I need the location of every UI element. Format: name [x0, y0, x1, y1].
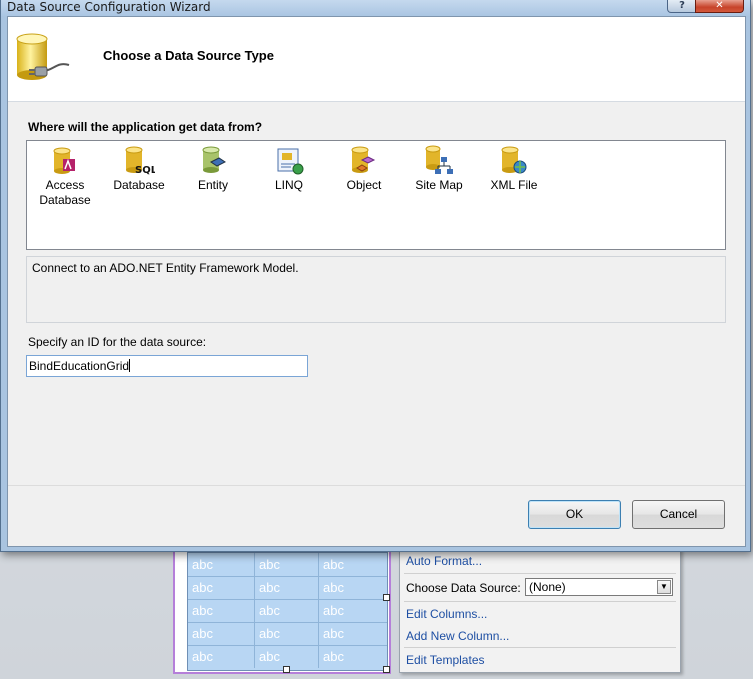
grid-cell: abc	[255, 576, 319, 599]
data-source-id-input[interactable]: BindEducationGrid	[26, 355, 308, 377]
source-type-label: XML File	[490, 178, 538, 192]
grid-cell: abc	[188, 576, 255, 599]
resize-handle[interactable]	[383, 594, 390, 601]
wizard-dialog: Data Source Configuration Wizard ? ✕ Cho…	[0, 0, 751, 552]
table-row: abc abc abc	[188, 622, 387, 646]
site-map-icon	[425, 145, 453, 174]
grid-cell: abc	[255, 645, 319, 668]
table-row: abc abc abc	[188, 553, 387, 577]
source-type-description-box: Connect to an ADO.NET Entity Framework M…	[26, 256, 726, 323]
object-icon	[351, 146, 376, 173]
divider	[404, 573, 676, 574]
grid-cell: abc	[323, 649, 344, 664]
source-type-entity[interactable]: Entity	[179, 145, 247, 193]
source-type-linq[interactable]: LINQ	[255, 145, 323, 193]
gridview-tasks-panel: Auto Format... Choose Data Source: (None…	[399, 548, 681, 673]
gridview-preview[interactable]: abc abc abc abc abc abc abc abc abc abc …	[187, 552, 388, 671]
source-type-object[interactable]: Object	[330, 145, 398, 193]
add-new-column-link[interactable]: Add New Column...	[406, 629, 509, 643]
dialog-client-area: Choose a Data Source Type Where will the…	[7, 16, 746, 547]
page-title: Choose a Data Source Type	[103, 48, 274, 63]
divider	[404, 647, 676, 648]
source-type-site-map[interactable]: Site Map	[405, 145, 473, 193]
svg-text:SQL: SQL	[135, 165, 155, 176]
divider	[404, 601, 676, 602]
grid-cell: abc	[255, 599, 319, 622]
source-type-label: Site Map	[415, 178, 463, 192]
edit-columns-link[interactable]: Edit Columns...	[406, 607, 487, 621]
help-button[interactable]: ?	[667, 0, 697, 13]
window-title: Data Source Configuration Wizard	[7, 0, 211, 14]
resize-handle[interactable]	[283, 666, 290, 673]
ok-button[interactable]: OK	[528, 500, 621, 529]
access-database-icon	[53, 147, 75, 174]
table-row: abc abc abc	[188, 599, 387, 623]
grid-cell: abc	[188, 553, 255, 576]
table-row: abc abc abc	[188, 576, 387, 600]
cancel-button[interactable]: Cancel	[632, 500, 725, 529]
grid-cell: abc	[188, 599, 255, 622]
source-type-label: Database	[113, 178, 165, 192]
source-type-list: Access Database SQL Database Entity LINQ…	[26, 140, 726, 250]
grid-cell: abc	[188, 645, 255, 668]
grid-cell: abc	[188, 622, 255, 645]
grid-cell: abc	[323, 557, 344, 572]
grid-cell: abc	[255, 553, 319, 576]
xml-file-icon	[501, 146, 527, 174]
source-type-prompt: Where will the application get data from…	[28, 120, 263, 134]
choose-data-source-select[interactable]: (None) ▼	[525, 578, 673, 596]
source-type-label: LINQ	[274, 178, 303, 192]
grid-cell: abc	[255, 622, 319, 645]
choose-data-source-value: (None)	[529, 580, 566, 594]
title-bar[interactable]: Data Source Configuration Wizard ? ✕	[1, 0, 750, 16]
source-type-label: Object	[346, 178, 382, 192]
table-row: abc abc abc	[188, 645, 387, 668]
grid-cell: abc	[323, 580, 344, 595]
data-source-id-value: BindEducationGrid	[29, 359, 130, 373]
grid-cell: abc	[323, 626, 344, 641]
wizard-header: Choose a Data Source Type	[8, 17, 745, 102]
source-type-access-database[interactable]: Access Database	[31, 145, 99, 208]
source-type-description: Connect to an ADO.NET Entity Framework M…	[32, 261, 299, 275]
source-type-database[interactable]: SQL Database	[105, 145, 173, 193]
entity-icon	[202, 146, 226, 173]
auto-format-link[interactable]: Auto Format...	[406, 554, 482, 568]
source-type-label: Entity	[197, 178, 228, 192]
sql-database-icon: SQL	[125, 146, 155, 176]
divider	[8, 485, 745, 486]
choose-data-source-label: Choose Data Source:	[406, 581, 521, 595]
database-plug-icon	[16, 33, 70, 80]
chevron-down-icon[interactable]: ▼	[657, 580, 671, 594]
source-type-xml-file[interactable]: XML File	[480, 145, 548, 193]
resize-handle[interactable]	[383, 666, 390, 673]
text-caret	[129, 359, 131, 372]
grid-cell: abc	[323, 603, 344, 618]
source-type-label: Access Database	[39, 178, 91, 207]
edit-templates-link[interactable]: Edit Templates	[406, 653, 485, 667]
data-source-id-label: Specify an ID for the data source:	[28, 335, 207, 349]
linq-icon	[277, 148, 304, 175]
close-button[interactable]: ✕	[695, 0, 744, 13]
